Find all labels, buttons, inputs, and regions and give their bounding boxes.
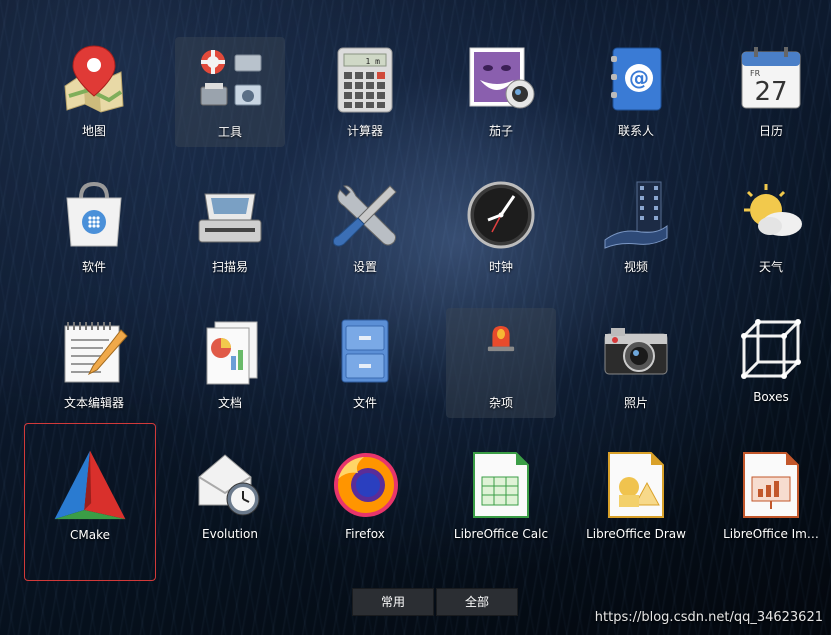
cmake-icon (54, 450, 126, 520)
camera-icon (604, 328, 668, 375)
contacts-icon: @ (611, 47, 662, 111)
app-label: 文本编辑器 (63, 396, 124, 410)
app-label: 杂项 (488, 396, 513, 410)
boxes-icon (741, 319, 801, 379)
app-calendar[interactable]: FR 27 日历 (711, 36, 831, 146)
libreoffice-draw-icon (608, 452, 664, 518)
app-label: LibreOffice Calc (453, 527, 549, 541)
app-label: 地图 (81, 124, 106, 138)
app-files[interactable]: 文件 (305, 308, 425, 418)
app-label: 视频 (623, 260, 648, 274)
app-label: 联系人 (617, 124, 654, 138)
app-label: LibreOffice Im… (723, 527, 819, 541)
app-cheese[interactable]: 茄子 (441, 36, 561, 146)
utilities-folder-icon (200, 50, 262, 106)
app-label: CMake (70, 528, 110, 542)
app-settings[interactable]: 设置 (305, 172, 425, 282)
tab-all[interactable]: 全部 (436, 588, 518, 616)
software-bag-icon (66, 181, 122, 247)
app-calculator[interactable]: 1 m 计算器 (305, 36, 425, 146)
app-scanner[interactable]: 扫描易 (170, 172, 290, 282)
sundry-folder-icon (487, 326, 515, 352)
app-videos[interactable]: 视频 (576, 172, 696, 282)
app-boxes[interactable]: Boxes (711, 306, 831, 416)
app-clock[interactable]: 时钟 (441, 172, 561, 282)
calculator-icon: 1 m (337, 47, 393, 113)
app-evolution[interactable]: Evolution (170, 441, 290, 551)
weather-icon (744, 184, 802, 236)
map-icon (64, 45, 124, 113)
calculator-display: 1 m (366, 57, 381, 66)
app-label: 茄子 (488, 124, 513, 138)
clock-icon (467, 181, 535, 249)
file-cabinet-icon (341, 319, 389, 383)
app-label: 设置 (352, 260, 377, 274)
app-label: 时钟 (488, 260, 513, 274)
evolution-mail-icon (198, 454, 260, 516)
libreoffice-impress-icon (743, 452, 799, 518)
app-label: 工具 (217, 125, 242, 139)
app-label: Firefox (345, 527, 385, 541)
folder-sundry[interactable]: 杂项 (446, 308, 556, 418)
firefox-icon (334, 453, 398, 517)
app-label: 天气 (758, 260, 783, 274)
app-label: 计算器 (346, 124, 383, 138)
app-libreoffice-draw[interactable]: LibreOffice Draw (576, 441, 696, 551)
app-firefox[interactable]: Firefox (305, 441, 425, 551)
app-cmake[interactable]: CMake (24, 423, 156, 581)
watermark-url: https://blog.csdn.net/qq_34623621 (594, 610, 823, 625)
app-label: Evolution (202, 527, 258, 541)
app-label: 扫描易 (211, 260, 248, 274)
video-film-icon (604, 181, 668, 249)
app-label: LibreOffice Draw (586, 527, 686, 541)
view-switcher: 常用 全部 (352, 588, 518, 616)
app-weather[interactable]: 天气 (711, 172, 831, 282)
app-documents[interactable]: 文档 (170, 308, 290, 418)
scanner-icon (198, 193, 262, 243)
app-photos[interactable]: 照片 (576, 308, 696, 418)
app-label: 文档 (217, 396, 242, 410)
libreoffice-calc-icon (473, 452, 529, 518)
calendar-day: 27 (754, 77, 787, 107)
app-label: 文件 (352, 396, 377, 410)
app-maps[interactable]: 地图 (34, 36, 154, 146)
app-software[interactable]: 软件 (34, 172, 154, 282)
tab-frequent[interactable]: 常用 (352, 588, 434, 616)
cheese-webcam-icon (469, 47, 535, 109)
folder-utilities[interactable]: 工具 (175, 37, 285, 147)
svg-text:@: @ (629, 66, 649, 90)
settings-tools-icon (333, 185, 397, 247)
app-text-editor[interactable]: 文本编辑器 (34, 308, 154, 418)
text-editor-icon (64, 322, 128, 383)
app-label: 软件 (81, 260, 106, 274)
calendar-icon: FR 27 (741, 47, 801, 109)
app-contacts[interactable]: @ 联系人 (576, 36, 696, 146)
documents-icon (206, 321, 258, 385)
app-label: 照片 (623, 396, 648, 410)
app-libreoffice-calc[interactable]: LibreOffice Calc (441, 441, 561, 551)
app-label: 日历 (758, 124, 783, 138)
app-libreoffice-impress[interactable]: LibreOffice Im… (711, 441, 831, 551)
app-label: Boxes (753, 390, 789, 404)
